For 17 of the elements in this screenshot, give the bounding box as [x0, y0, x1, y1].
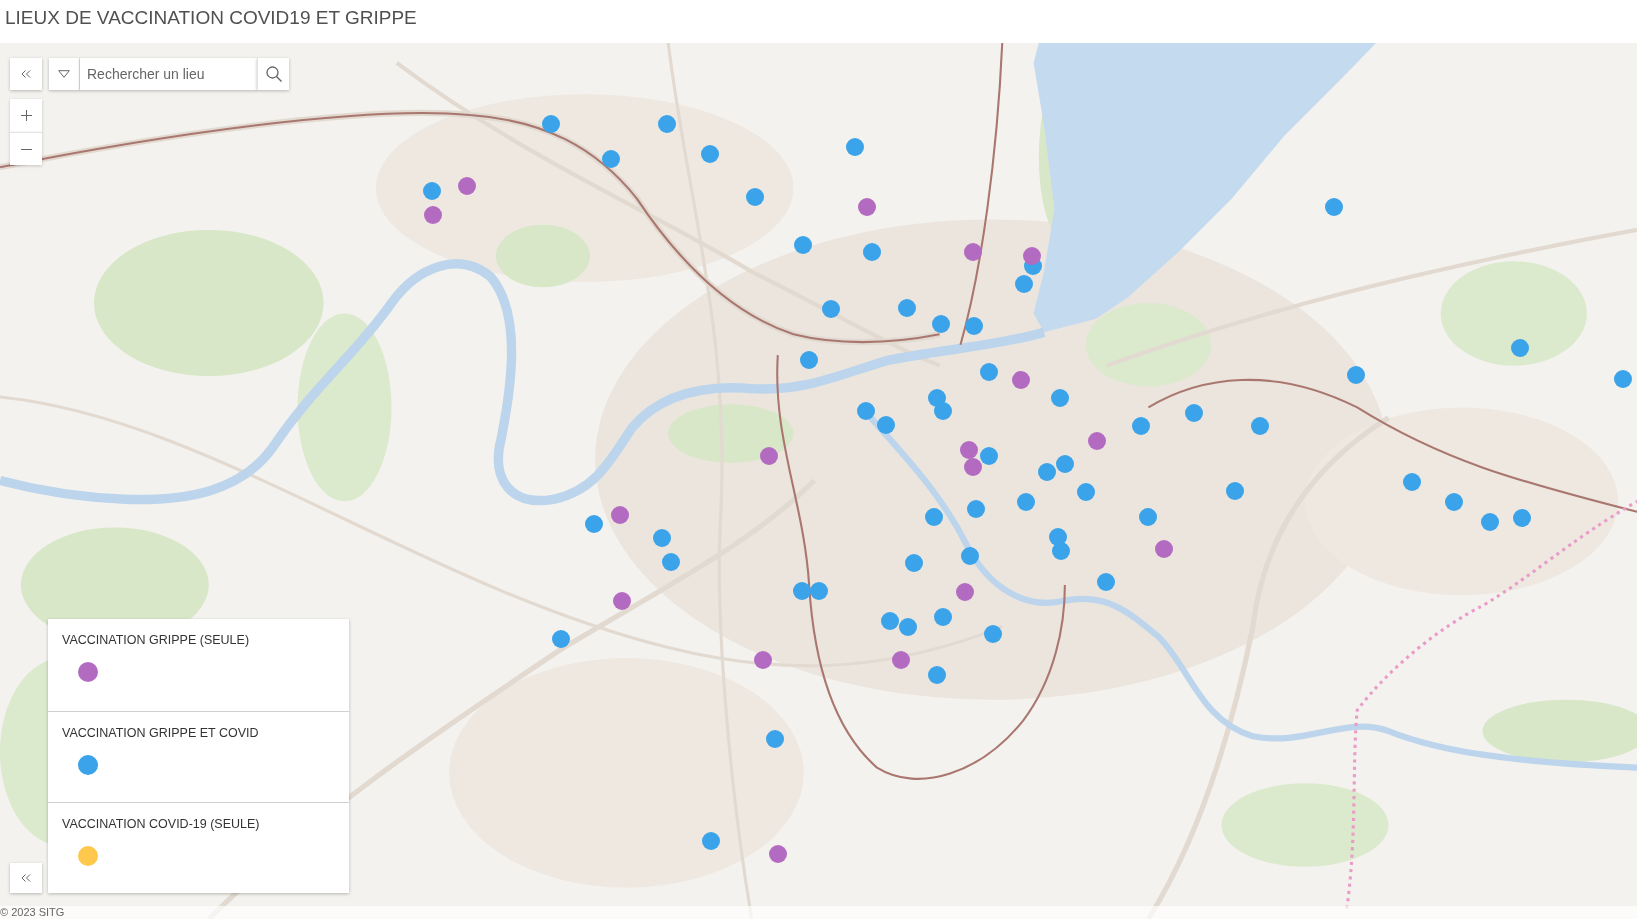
search-field[interactable]: Rechercher un lieu [80, 58, 257, 90]
zoom-out-button[interactable] [10, 132, 42, 165]
legend-label: VACCINATION COVID-19 (SEULE) [62, 816, 261, 832]
collapse-button[interactable] [10, 58, 42, 90]
search-button[interactable] [257, 58, 289, 90]
attribution-text: © 2023 SITG [0, 906, 65, 919]
double-chevron-left-icon [21, 874, 31, 882]
legend-label: VACCINATION GRIPPE (SEULE) [62, 632, 251, 648]
page-title: LIEUX DE VACCINATION COVID19 ET GRIPPE [5, 6, 417, 30]
search-source-button[interactable] [49, 58, 80, 90]
search-icon [265, 66, 282, 82]
caret-down-icon [58, 70, 70, 78]
collapse-legend-button[interactable] [10, 863, 42, 893]
legend-label: VACCINATION GRIPPE ET COVID [62, 725, 260, 741]
plus-icon [20, 110, 32, 121]
minus-icon [20, 148, 32, 150]
double-chevron-left-icon [21, 70, 31, 78]
